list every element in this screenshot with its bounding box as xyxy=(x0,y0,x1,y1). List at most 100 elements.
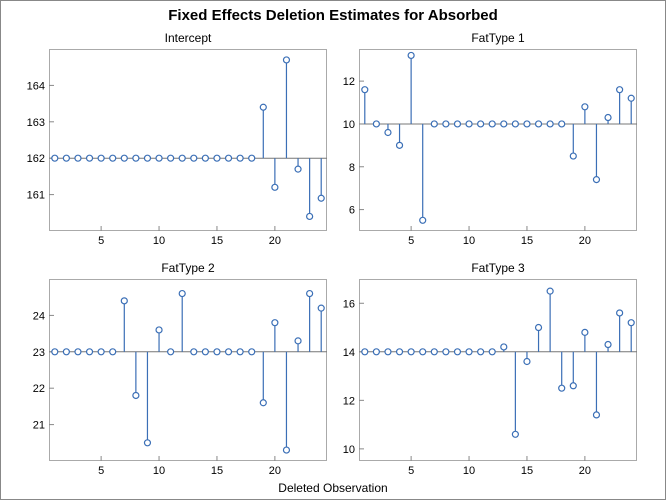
data-point xyxy=(536,121,542,127)
data-point xyxy=(431,349,437,355)
x-tick-label: 15 xyxy=(521,235,533,247)
data-point xyxy=(385,349,391,355)
data-point xyxy=(249,349,255,355)
data-point xyxy=(75,155,81,161)
data-point xyxy=(237,349,243,355)
data-point xyxy=(272,184,278,190)
y-tick-label: 10 xyxy=(343,444,355,456)
data-point xyxy=(397,349,403,355)
data-point xyxy=(489,349,495,355)
data-point xyxy=(283,57,289,63)
data-point xyxy=(420,349,426,355)
panel-subtitle: FatType 2 xyxy=(49,261,327,275)
panel-subtitle: FatType 1 xyxy=(359,31,637,45)
y-tick-label: 23 xyxy=(33,347,45,359)
data-point xyxy=(307,291,313,297)
data-point xyxy=(318,195,324,201)
data-point xyxy=(454,349,460,355)
data-point xyxy=(226,155,232,161)
data-point xyxy=(524,359,530,365)
y-tick-label: 12 xyxy=(343,395,355,407)
data-point xyxy=(536,325,542,331)
x-tick-label: 20 xyxy=(579,465,591,477)
x-tick-label: 10 xyxy=(153,465,165,477)
data-point xyxy=(454,121,460,127)
y-tick-label: 164 xyxy=(27,80,45,92)
data-point xyxy=(272,320,278,326)
x-tick-label: 5 xyxy=(98,465,104,477)
data-point xyxy=(63,349,69,355)
y-tick-label: 24 xyxy=(33,310,45,322)
data-point xyxy=(295,338,301,344)
data-point xyxy=(570,153,576,159)
data-point xyxy=(121,298,127,304)
x-tick-label: 20 xyxy=(269,235,281,247)
data-point xyxy=(307,213,313,219)
x-tick-label: 15 xyxy=(521,465,533,477)
data-point xyxy=(249,155,255,161)
data-point xyxy=(512,121,518,127)
data-point xyxy=(559,121,565,127)
data-point xyxy=(260,104,266,110)
data-point xyxy=(295,166,301,172)
data-point xyxy=(87,349,93,355)
y-tick-label: 6 xyxy=(349,205,355,217)
data-point xyxy=(110,155,116,161)
data-point xyxy=(501,121,507,127)
data-point xyxy=(605,342,611,348)
x-tick-label: 10 xyxy=(153,235,165,247)
x-tick-label: 20 xyxy=(579,235,591,247)
data-point xyxy=(156,155,162,161)
x-tick-label: 20 xyxy=(269,465,281,477)
y-tick-label: 8 xyxy=(349,162,355,174)
data-point xyxy=(582,329,588,335)
data-point xyxy=(75,349,81,355)
data-point xyxy=(52,349,58,355)
data-point xyxy=(397,142,403,148)
data-point xyxy=(237,155,243,161)
x-tick-label: 5 xyxy=(408,235,414,247)
data-point xyxy=(408,349,414,355)
y-tick-label: 16 xyxy=(343,298,355,310)
data-point xyxy=(547,121,553,127)
data-point xyxy=(593,412,599,418)
panel-plot: 212223245101520 xyxy=(49,279,327,461)
data-point xyxy=(226,349,232,355)
data-point xyxy=(628,320,634,326)
data-point xyxy=(559,385,565,391)
data-point xyxy=(593,177,599,183)
panel-subtitle: FatType 3 xyxy=(359,261,637,275)
data-point xyxy=(87,155,93,161)
panel-fattype-2: FatType 2212223245101520 xyxy=(49,279,327,461)
y-tick-label: 162 xyxy=(27,153,45,165)
data-point xyxy=(570,383,576,389)
data-point xyxy=(373,349,379,355)
data-point xyxy=(98,155,104,161)
data-point xyxy=(283,447,289,453)
data-point xyxy=(260,400,266,406)
x-tick-label: 5 xyxy=(98,235,104,247)
data-point xyxy=(385,130,391,136)
x-tick-label: 10 xyxy=(463,235,475,247)
data-point xyxy=(408,52,414,58)
data-point xyxy=(133,392,139,398)
data-point xyxy=(179,291,185,297)
panel-plot: 101214165101520 xyxy=(359,279,637,461)
x-tick-label: 15 xyxy=(211,465,223,477)
y-tick-label: 161 xyxy=(27,190,45,202)
data-point xyxy=(582,104,588,110)
data-point xyxy=(628,95,634,101)
data-point xyxy=(362,87,368,93)
y-tick-label: 10 xyxy=(343,119,355,131)
data-point xyxy=(420,217,426,223)
data-point xyxy=(431,121,437,127)
y-tick-label: 21 xyxy=(33,420,45,432)
data-point xyxy=(214,349,220,355)
panel-fattype-3: FatType 3101214165101520 xyxy=(359,279,637,461)
data-point xyxy=(617,310,623,316)
panel-plot: 1611621631645101520 xyxy=(49,49,327,231)
data-point xyxy=(168,349,174,355)
data-point xyxy=(478,121,484,127)
data-point xyxy=(617,87,623,93)
x-tick-label: 5 xyxy=(408,465,414,477)
